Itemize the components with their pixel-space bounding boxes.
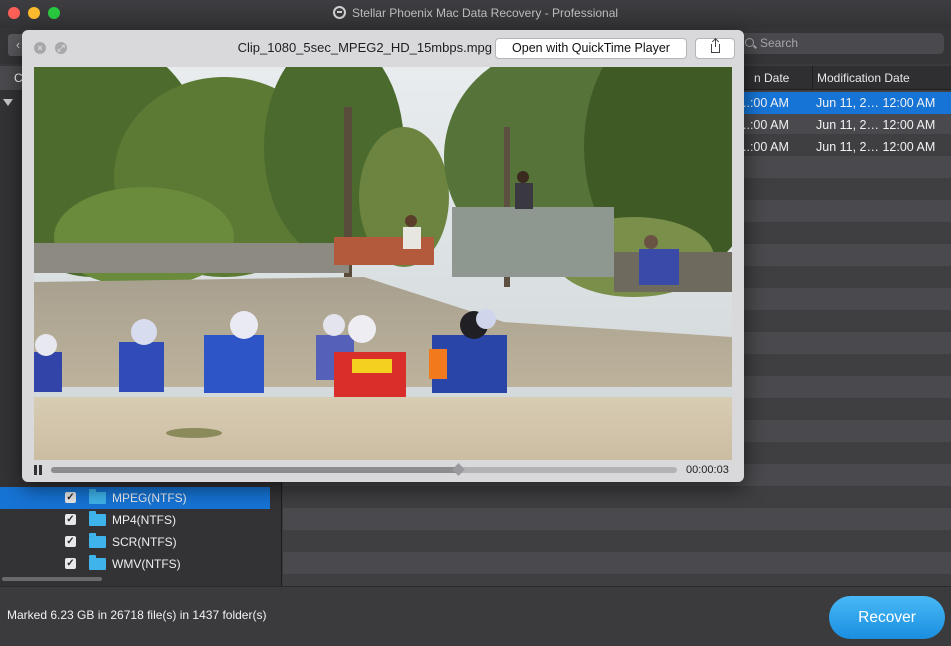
- fullscreen-icon[interactable]: ⤢: [55, 42, 67, 54]
- quicklook-filename: Clip_1080_5sec_MPEG2_HD_15mbps.mpg: [237, 40, 492, 55]
- table-row[interactable]: ..:00 AM Jun 11, 2… 12:00 AM: [738, 92, 951, 114]
- search-placeholder: Search: [760, 36, 799, 50]
- folder-icon: [89, 555, 106, 570]
- checkbox-icon[interactable]: ✓: [65, 558, 76, 569]
- share-button[interactable]: [695, 38, 735, 59]
- creation-date-cell: ..:00 AM: [743, 118, 789, 132]
- status-bar: Marked 6.23 GB in 26718 file(s) in 1437 …: [0, 586, 951, 646]
- video-preview[interactable]: [34, 67, 732, 460]
- creation-date-cell: ..:00 AM: [743, 96, 789, 110]
- app-window: Stellar Phoenix Mac Data Recovery - Prof…: [0, 0, 951, 646]
- folder-icon: [89, 511, 106, 526]
- modification-date-cell: Jun 11, 2… 12:00 AM: [816, 118, 936, 132]
- checkbox-icon[interactable]: ✓: [65, 492, 76, 503]
- table-row[interactable]: ..:00 AM Jun 11, 2… 12:00 AM: [738, 136, 951, 158]
- modification-date-cell: Jun 11, 2… 12:00 AM: [816, 140, 936, 154]
- tree-item[interactable]: ✓ MP4(NTFS): [0, 509, 270, 531]
- search-input[interactable]: Search: [738, 33, 944, 54]
- creation-date-cell: ..:00 AM: [743, 140, 789, 154]
- list-stripe: [283, 486, 951, 508]
- tree-item[interactable]: ✓ SCR(NTFS): [0, 531, 270, 553]
- creation-date-column-header[interactable]: n Date: [738, 66, 813, 90]
- quicklook-window: × ⤢ Clip_1080_5sec_MPEG2_HD_15mbps.mpg O…: [22, 30, 744, 482]
- title-bar: Stellar Phoenix Mac Data Recovery - Prof…: [0, 0, 951, 28]
- pause-icon[interactable]: [34, 465, 43, 475]
- list-stripe: [283, 552, 951, 574]
- app-logo-icon: [332, 6, 346, 19]
- video-frame-image: [34, 67, 732, 460]
- video-time: 00:00:03: [686, 464, 729, 476]
- tree-item-label: SCR(NTFS): [112, 535, 177, 549]
- list-stripe: [283, 530, 951, 552]
- share-icon: [711, 39, 720, 53]
- video-controls: 00:00:03: [34, 461, 732, 479]
- scrubber-knob[interactable]: [452, 463, 465, 476]
- close-icon[interactable]: ×: [34, 42, 46, 54]
- search-icon: [745, 38, 754, 47]
- recover-button[interactable]: Recover: [829, 596, 945, 639]
- checkbox-icon[interactable]: ✓: [65, 536, 76, 547]
- modification-date-cell: Jun 11, 2… 12:00 AM: [816, 96, 936, 110]
- tree-item[interactable]: ✓ WMV(NTFS): [0, 553, 270, 575]
- status-text: Marked 6.23 GB in 26718 file(s) in 1437 …: [7, 608, 267, 622]
- video-scrubber[interactable]: [51, 463, 677, 476]
- window-title-wrap: Stellar Phoenix Mac Data Recovery - Prof…: [0, 6, 951, 20]
- checkbox-icon[interactable]: ✓: [65, 514, 76, 525]
- folder-icon: [89, 489, 106, 504]
- table-row[interactable]: ..:00 AM Jun 11, 2… 12:00 AM: [738, 114, 951, 136]
- tree-item-label: MPEG(NTFS): [112, 491, 187, 505]
- folder-icon: [89, 533, 106, 548]
- tree-item-label: MP4(NTFS): [112, 513, 176, 527]
- tree-item[interactable]: ✓ MPEG(NTFS): [0, 487, 270, 509]
- tree-item-label: WMV(NTFS): [112, 557, 181, 571]
- tree-horizontal-scrollbar[interactable]: [2, 577, 102, 581]
- scrubber-progress: [51, 467, 458, 473]
- disclosure-triangle-icon[interactable]: [3, 99, 13, 106]
- list-stripe: [283, 508, 951, 530]
- window-title: Stellar Phoenix Mac Data Recovery - Prof…: [351, 6, 619, 20]
- modification-date-column-header[interactable]: Modification Date: [813, 66, 951, 90]
- open-with-quicktime-button[interactable]: Open with QuickTime Player: [495, 38, 687, 59]
